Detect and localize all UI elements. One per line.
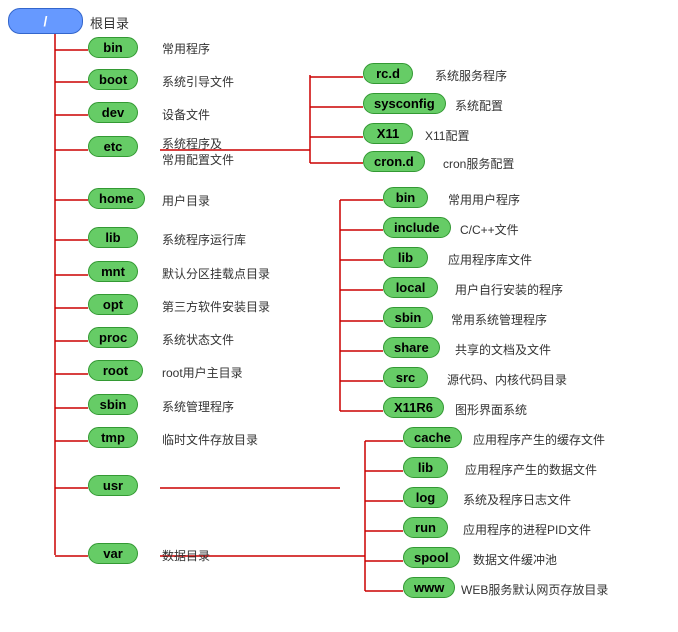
desc-tmp: 临时文件存放目录 — [162, 431, 258, 448]
root-label: / — [44, 13, 48, 29]
node-var-spool: spool — [403, 547, 460, 568]
desc-etc: 系统程序及常用配置文件 — [162, 137, 234, 168]
node-var-cache: cache — [403, 427, 462, 448]
desc-var-run: 应用程序的进程PID文件 — [463, 521, 591, 538]
node-tmp: tmp — [88, 427, 138, 448]
desc-home: 用户目录 — [162, 192, 210, 209]
desc-mnt: 默认分区挂载点目录 — [162, 265, 270, 282]
node-usr-include: include — [383, 217, 451, 238]
root-node: / — [8, 8, 83, 34]
node-var-log: log — [403, 487, 448, 508]
desc-usr-src: 源代码、内核代码目录 — [447, 371, 567, 388]
node-proc: proc — [88, 327, 138, 348]
desc-var: 数据目录 — [162, 547, 210, 564]
desc-usr-x11r6: 图形界面系统 — [455, 401, 527, 418]
desc-usr-lib: 应用程序库文件 — [448, 251, 532, 268]
desc-var-www: WEB服务默认网页存放目录 — [461, 581, 608, 598]
node-etc: etc — [88, 136, 138, 157]
desc-boot: 系统引导文件 — [162, 73, 234, 90]
node-crond: cron.d — [363, 151, 425, 172]
desc-sysconfig: 系统配置 — [455, 97, 503, 114]
desc-var-spool: 数据文件缓冲池 — [473, 551, 557, 568]
desc-x11: X11配置 — [425, 127, 469, 144]
node-var-lib: lib — [403, 457, 448, 478]
desc-dev: 设备文件 — [162, 106, 210, 123]
desc-opt: 第三方软件安装目录 — [162, 298, 270, 315]
desc-var-log: 系统及程序日志文件 — [463, 491, 571, 508]
desc-lib: 系统程序运行库 — [162, 231, 246, 248]
desc-root: root用户主目录 — [162, 364, 243, 381]
desc-var-cache: 应用程序产生的缓存文件 — [473, 431, 605, 448]
node-dev: dev — [88, 102, 138, 123]
node-bin: bin — [88, 37, 138, 58]
node-boot: boot — [88, 69, 138, 90]
desc-crond: cron服务配置 — [443, 155, 514, 172]
node-var-www: www — [403, 577, 455, 598]
node-opt: opt — [88, 294, 138, 315]
desc-sbin: 系统管理程序 — [162, 398, 234, 415]
desc-var-lib: 应用程序产生的数据文件 — [465, 461, 597, 478]
node-home: home — [88, 188, 145, 209]
node-x11: X11 — [363, 123, 413, 144]
node-usr-local: local — [383, 277, 438, 298]
node-usr: usr — [88, 475, 138, 496]
node-usr-share: share — [383, 337, 440, 358]
desc-rcd: 系统服务程序 — [435, 67, 507, 84]
diagram: / 根目录 bin 常用程序 boot 系统引导文件 dev 设备文件 etc … — [0, 0, 678, 632]
desc-usr-sbin: 常用系统管理程序 — [451, 311, 547, 328]
node-rcd: rc.d — [363, 63, 413, 84]
node-root: root — [88, 360, 143, 381]
node-sysconfig: sysconfig — [363, 93, 446, 114]
node-mnt: mnt — [88, 261, 138, 282]
desc-usr-bin: 常用用户程序 — [448, 191, 520, 208]
node-usr-bin: bin — [383, 187, 428, 208]
desc-usr-share: 共享的文档及文件 — [455, 341, 551, 358]
node-usr-sbin: sbin — [383, 307, 433, 328]
desc-usr-include: C/C++文件 — [460, 221, 519, 238]
desc-proc: 系统状态文件 — [162, 331, 234, 348]
node-lib: lib — [88, 227, 138, 248]
node-usr-x11r6: X11R6 — [383, 397, 444, 418]
desc-usr-local: 用户自行安装的程序 — [455, 281, 563, 298]
node-usr-lib: lib — [383, 247, 428, 268]
node-sbin: sbin — [88, 394, 138, 415]
node-var: var — [88, 543, 138, 564]
node-usr-src: src — [383, 367, 428, 388]
root-desc: 根目录 — [90, 13, 129, 32]
node-var-run: run — [403, 517, 448, 538]
desc-bin: 常用程序 — [162, 40, 210, 57]
